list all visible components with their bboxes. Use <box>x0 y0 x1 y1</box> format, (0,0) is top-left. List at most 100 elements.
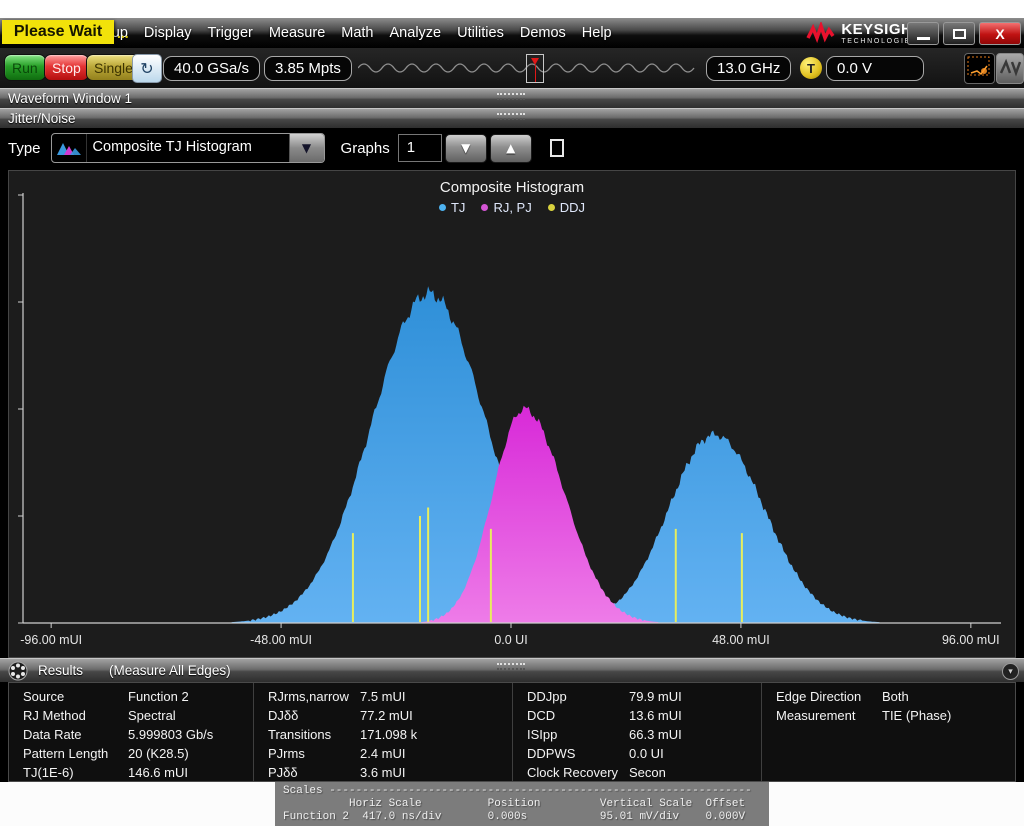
result-label: ISIpp <box>527 725 629 744</box>
detach-window-icon[interactable] <box>550 139 564 157</box>
menu-item-help[interactable]: Help <box>582 25 612 41</box>
drag-grip[interactable] <box>497 663 525 670</box>
scales-title-line: Scales ---------------------------------… <box>283 785 769 798</box>
scope-display-icon[interactable] <box>964 53 995 84</box>
results-subtitle: (Measure All Edges) <box>109 663 231 678</box>
sample-rate-field[interactable]: 40.0 GSa/s <box>163 56 260 81</box>
stop-button[interactable]: Stop <box>44 54 89 81</box>
menu-item-math[interactable]: Math <box>341 25 373 41</box>
histogram-plot[interactable] <box>9 171 1015 657</box>
result-row: Clock RecoverySecon <box>527 763 761 781</box>
result-label: Pattern Length <box>23 744 128 763</box>
result-label: Edge Direction <box>776 687 882 706</box>
x-tick-label: 48.00 mUI <box>696 633 786 647</box>
collapse-results-button[interactable]: ▾ <box>1002 663 1019 680</box>
graphs-count-field[interactable]: 1 <box>398 134 442 162</box>
menu-item-trigger[interactable]: Trigger <box>207 25 252 41</box>
result-value: Secon <box>629 763 666 781</box>
legend-dot-icon <box>548 204 555 211</box>
results-bar[interactable]: Results (Measure All Edges) ▾ <box>0 658 1024 682</box>
toolbar: Run Stop Single ↻ 40.0 GSa/s 3.85 Mpts 1… <box>0 48 1024 88</box>
please-wait-badge: Please Wait <box>2 20 114 44</box>
legend-label: RJ, PJ <box>493 200 531 215</box>
result-row: Transitions171.098 k <box>268 725 512 744</box>
x-tick-label: -96.00 mUI <box>6 633 96 647</box>
restore-button[interactable] <box>943 22 975 45</box>
legend-item: RJ, PJ <box>481 200 531 215</box>
menu-item-utilities[interactable]: Utilities <box>457 25 504 41</box>
waveform-window-bar[interactable]: Waveform Window 1 <box>0 88 1024 108</box>
touch-icon[interactable]: ↻ <box>132 54 162 83</box>
menu-item-demos[interactable]: Demos <box>520 25 566 41</box>
result-row: DJδδ77.2 mUI <box>268 706 512 725</box>
window-controls: X <box>907 22 1021 45</box>
series-rjpj <box>22 406 1009 623</box>
menu-items: SetupDisplayTriggerMeasureMathAnalyzeUti… <box>90 18 612 48</box>
window-title-bar: Keysight Infiniium : Friday, May 13, 201… <box>0 0 1024 18</box>
menu-item-analyze[interactable]: Analyze <box>390 25 442 41</box>
results-column-3: DDJpp79.9 mUIDCD13.6 mUIISIpp66.3 mUIDDP… <box>513 683 762 781</box>
result-value: 0.0 UI <box>629 744 664 763</box>
type-label: Type <box>8 140 41 157</box>
histogram-svg <box>9 171 1015 657</box>
result-label: DCD <box>527 706 629 725</box>
x-tick-label: 0.0 UI <box>466 633 556 647</box>
result-value: 13.6 mUI <box>629 706 682 725</box>
result-label: Source <box>23 687 128 706</box>
jitter-noise-bar[interactable]: Jitter/Noise <box>0 108 1024 128</box>
result-label: Transitions <box>268 725 360 744</box>
graph-controls: Type Composite TJ Histogram ▼ Graphs 1 ▼… <box>0 128 1024 168</box>
result-value: 77.2 mUI <box>360 706 413 725</box>
menu-item-measure[interactable]: Measure <box>269 25 325 41</box>
result-row: RJrms,narrow7.5 mUI <box>268 687 512 706</box>
result-row: ISIpp66.3 mUI <box>527 725 761 744</box>
memory-depth-field[interactable]: 3.85 Mpts <box>264 56 352 81</box>
result-row: RJ MethodSpectral <box>23 706 253 725</box>
graph-type-dropdown[interactable]: Composite TJ Histogram ▼ <box>51 133 325 163</box>
run-button[interactable]: Run <box>4 54 46 81</box>
drag-grip[interactable] <box>497 113 525 120</box>
histogram-thumbnail-icon <box>52 134 87 162</box>
close-icon: X <box>995 26 1004 42</box>
result-value: 79.9 mUI <box>629 687 682 706</box>
graphs-increment-button[interactable]: ▲ <box>490 134 532 163</box>
chevron-down-icon[interactable]: ▼ <box>289 134 324 162</box>
graphs-decrement-button[interactable]: ▼ <box>445 134 487 163</box>
minimize-button[interactable] <box>907 22 939 45</box>
result-label: Clock Recovery <box>527 763 629 781</box>
result-value: 146.6 mUI <box>128 763 188 781</box>
result-value: 3.6 mUI <box>360 763 406 781</box>
gear-icon[interactable] <box>8 661 28 681</box>
trigger-level-field[interactable]: 0.0 V <box>826 56 924 81</box>
result-row: Pattern Length20 (K28.5) <box>23 744 253 763</box>
menu-bar: SetupDisplayTriggerMeasureMathAnalyzeUti… <box>0 18 1024 48</box>
legend-item: TJ <box>439 200 465 215</box>
bandwidth-field[interactable]: 13.0 GHz <box>706 56 791 81</box>
result-label: DDPWS <box>527 744 629 763</box>
legend-item: DDJ <box>548 200 585 215</box>
result-value: TIE (Phase) <box>882 706 951 725</box>
trigger-icon[interactable]: T <box>800 57 822 79</box>
results-panel: SourceFunction 2RJ MethodSpectralData Ra… <box>8 682 1016 782</box>
legend-label: DDJ <box>560 200 585 215</box>
grayed-waveform-icon[interactable] <box>996 53 1024 84</box>
chart-title: Composite Histogram <box>9 179 1015 196</box>
result-row: Edge DirectionBoth <box>776 687 1015 706</box>
result-value: 66.3 mUI <box>629 725 682 744</box>
result-label: RJrms,narrow <box>268 687 360 706</box>
legend-label: TJ <box>451 200 465 215</box>
drag-grip[interactable] <box>497 93 525 100</box>
please-wait-ellipsis: ... <box>117 25 129 41</box>
result-value: 5.999803 Gb/s <box>128 725 213 744</box>
results-column-4: Edge DirectionBothMeasurementTIE (Phase) <box>762 683 1015 781</box>
result-value: Spectral <box>128 706 176 725</box>
result-row: SourceFunction 2 <box>23 687 253 706</box>
result-row: DCD13.6 mUI <box>527 706 761 725</box>
menu-item-display[interactable]: Display <box>144 25 192 41</box>
graphs-label: Graphs <box>341 140 390 157</box>
result-row: DDPWS0.0 UI <box>527 744 761 763</box>
result-value: 171.098 k <box>360 725 417 744</box>
close-button[interactable]: X <box>979 22 1021 45</box>
trigger-position-marker[interactable] <box>526 54 544 83</box>
restore-icon <box>953 29 966 39</box>
